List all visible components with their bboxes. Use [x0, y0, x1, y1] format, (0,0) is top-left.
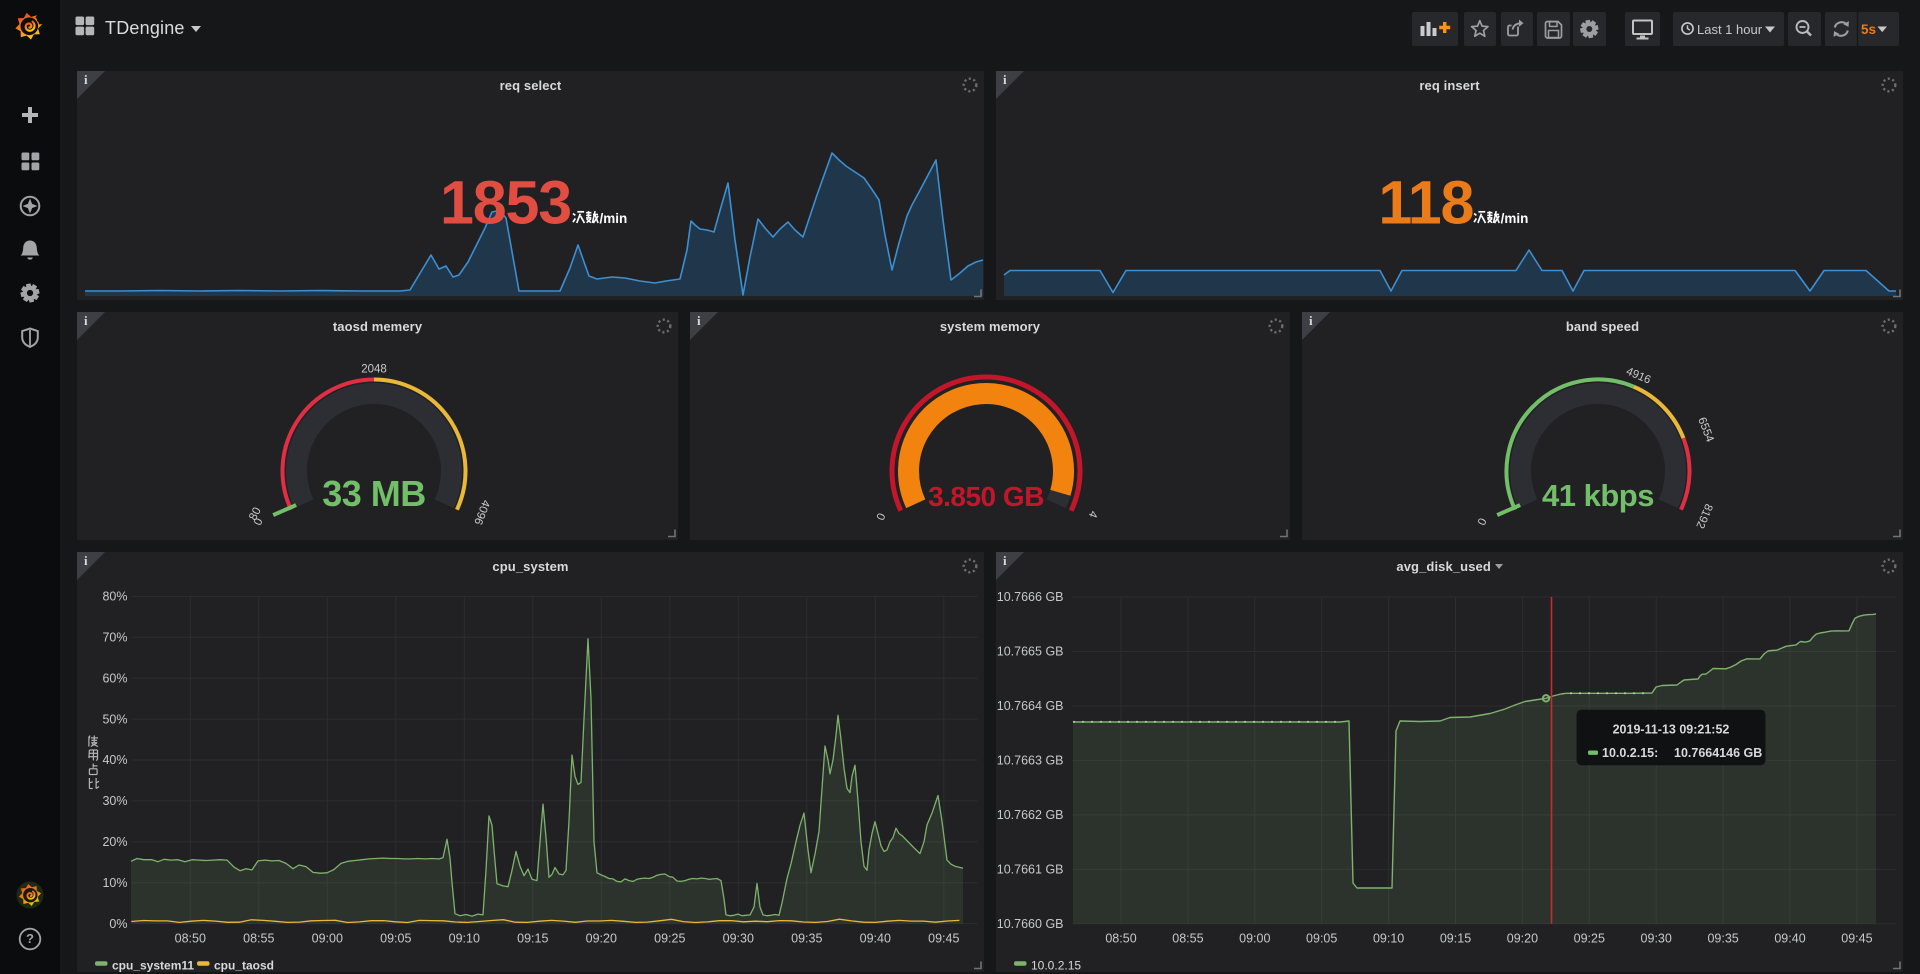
svg-text:8192: 8192	[1693, 502, 1714, 530]
svg-text:09:00: 09:00	[312, 932, 343, 946]
svg-text:09:05: 09:05	[380, 932, 411, 946]
svg-text:09:40: 09:40	[1774, 932, 1805, 946]
svg-text:09:10: 09:10	[1373, 932, 1404, 946]
svg-text:cpu_taosd: cpu_taosd	[214, 959, 274, 973]
svg-text:0: 0	[875, 512, 889, 523]
svg-text:09:00: 09:00	[1239, 932, 1270, 946]
svg-text:09:20: 09:20	[586, 932, 617, 946]
svg-text:08:55: 08:55	[243, 932, 274, 946]
svg-text:10.7664 GB: 10.7664 GB	[997, 699, 1064, 713]
svg-text:09:05: 09:05	[1306, 932, 1337, 946]
svg-text:09:30: 09:30	[1641, 932, 1672, 946]
svg-text:2048: 2048	[361, 364, 387, 376]
svg-text:0%: 0%	[109, 917, 127, 931]
svg-text:09:40: 09:40	[860, 932, 891, 946]
svg-text:09:25: 09:25	[1574, 932, 1605, 946]
svg-text:09:35: 09:35	[791, 932, 822, 946]
svg-text:118: 118	[1378, 169, 1473, 237]
svg-text:60%: 60%	[102, 671, 127, 685]
svg-text:09:15: 09:15	[517, 932, 548, 946]
svg-text:10.0.2.15: 10.0.2.15	[1031, 959, 1081, 973]
svg-text:09:30: 09:30	[723, 932, 754, 946]
svg-text:10.7663 GB: 10.7663 GB	[997, 754, 1064, 768]
svg-text:10.7662 GB: 10.7662 GB	[997, 808, 1064, 822]
svg-text:10.7660 GB: 10.7660 GB	[997, 917, 1064, 931]
svg-text:10.7661 GB: 10.7661 GB	[997, 863, 1064, 877]
svg-text:/min: /min	[600, 211, 628, 226]
svg-text:10.7664146 GB: 10.7664146 GB	[1674, 746, 1762, 760]
svg-text:41 kbps: 41 kbps	[1542, 478, 1654, 513]
svg-text:0: 0	[1476, 517, 1490, 528]
svg-text:20%: 20%	[102, 835, 127, 849]
svg-text:10.7666 GB: 10.7666 GB	[997, 590, 1064, 604]
svg-text:80%: 80%	[102, 590, 127, 604]
svg-text:40%: 40%	[102, 753, 127, 767]
svg-text:50%: 50%	[102, 712, 127, 726]
svg-text:70%: 70%	[102, 631, 127, 645]
svg-text:4: 4	[1086, 509, 1100, 520]
svg-text:08:50: 08:50	[175, 932, 206, 946]
svg-text:09:45: 09:45	[928, 932, 959, 946]
svg-text:6554: 6554	[1695, 416, 1716, 445]
svg-text:08:55: 08:55	[1172, 932, 1203, 946]
svg-text:09:45: 09:45	[1841, 932, 1872, 946]
svg-text:09:15: 09:15	[1440, 932, 1471, 946]
svg-text:30%: 30%	[102, 794, 127, 808]
svg-text:33 MB: 33 MB	[322, 473, 426, 514]
svg-text:10%: 10%	[102, 876, 127, 890]
svg-text:10.0.2.15:: 10.0.2.15:	[1602, 746, 1658, 760]
svg-text:09:10: 09:10	[449, 932, 480, 946]
svg-text:3.850 GB: 3.850 GB	[928, 481, 1044, 512]
svg-text:4096: 4096	[471, 498, 491, 526]
svg-text:2019-11-13 09:21:52: 2019-11-13 09:21:52	[1613, 723, 1730, 737]
svg-text:10.7665 GB: 10.7665 GB	[997, 645, 1064, 659]
svg-text:09:20: 09:20	[1507, 932, 1538, 946]
svg-text:/min: /min	[1501, 211, 1529, 226]
svg-text:1853: 1853	[440, 169, 571, 237]
svg-text:08:50: 08:50	[1105, 932, 1136, 946]
svg-text:cpu_system11: cpu_system11	[112, 959, 194, 973]
svg-text:09:25: 09:25	[654, 932, 685, 946]
svg-text:09:35: 09:35	[1707, 932, 1738, 946]
